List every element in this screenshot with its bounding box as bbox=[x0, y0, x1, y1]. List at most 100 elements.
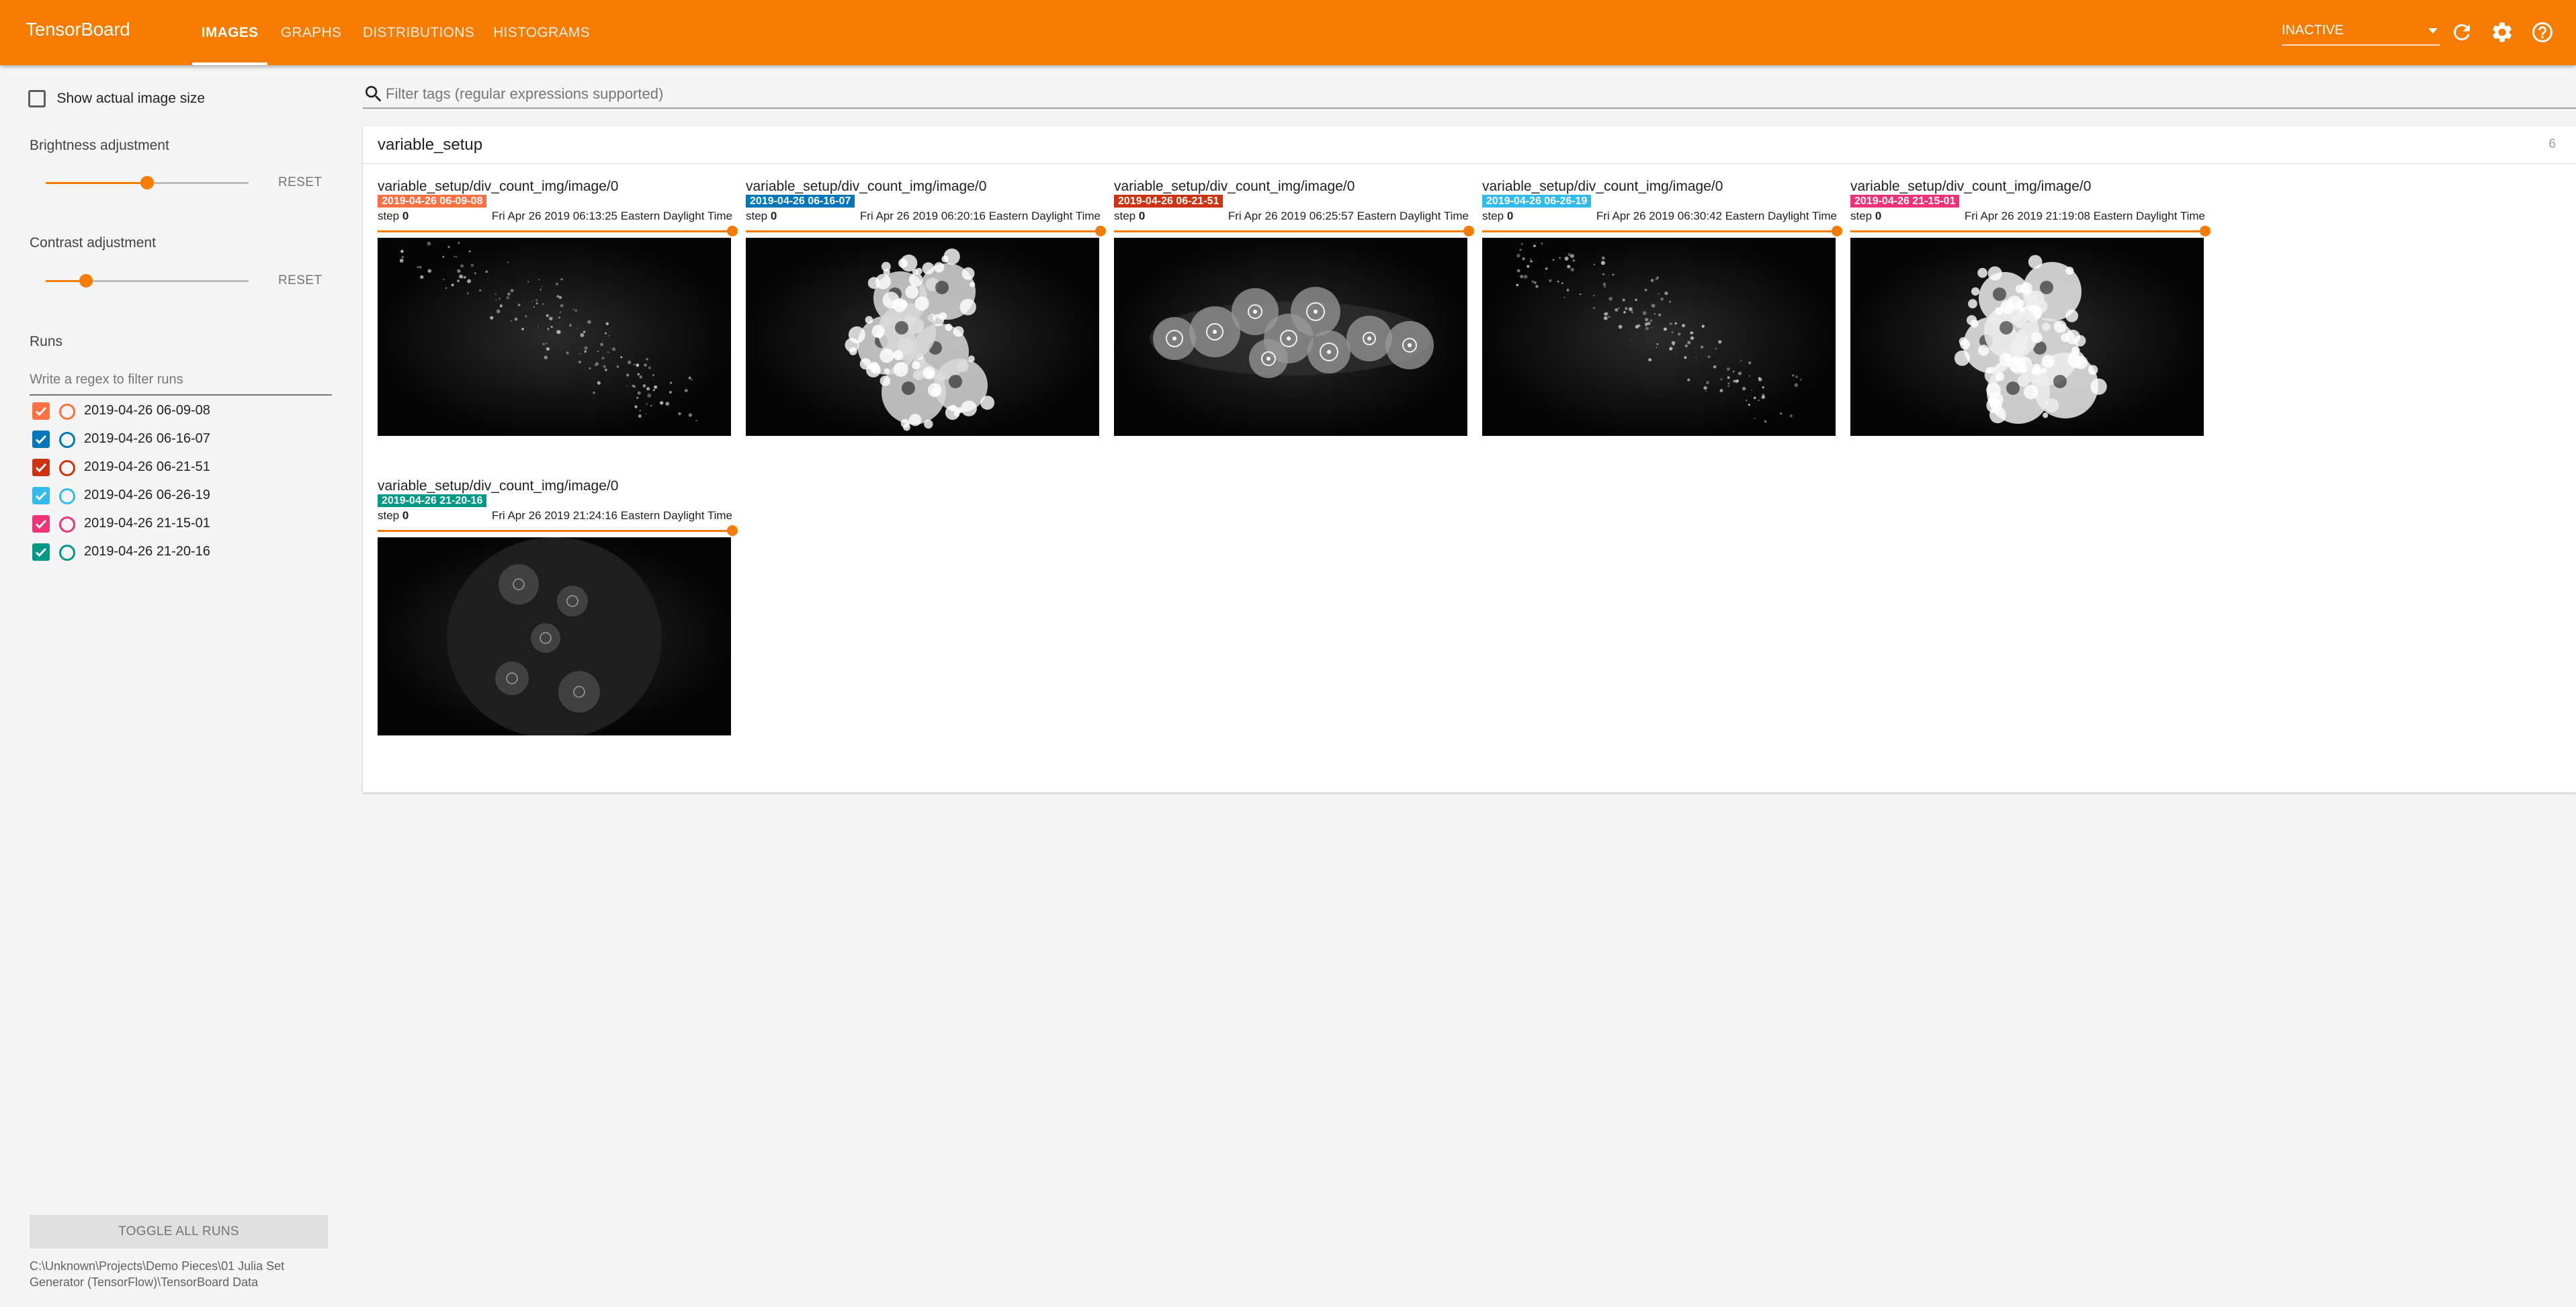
step-slider[interactable] bbox=[1482, 226, 1842, 236]
step-slider-knob[interactable] bbox=[2200, 226, 2210, 236]
settings-icon[interactable] bbox=[2490, 20, 2514, 44]
run-badge: 2019-04-26 21-15-01 bbox=[1850, 195, 1960, 208]
show-actual-size-label: Show actual image size bbox=[56, 91, 206, 106]
run-badge: 2019-04-26 06-16-07 bbox=[746, 195, 855, 208]
category-title: variable_setup bbox=[378, 136, 483, 154]
step-slider[interactable] bbox=[378, 226, 738, 236]
show-actual-size-checkbox[interactable]: Show actual image size bbox=[28, 90, 205, 107]
step-value: 0 bbox=[402, 509, 409, 522]
step-slider[interactable] bbox=[378, 525, 738, 536]
step-slider[interactable] bbox=[1114, 226, 1474, 236]
run-checkbox[interactable] bbox=[32, 543, 50, 561]
toggle-all-runs-button[interactable]: TOGGLE ALL RUNS bbox=[30, 1215, 328, 1249]
checkbox-box[interactable] bbox=[28, 90, 46, 107]
tab-distributions[interactable]: DISTRIBUTIONS bbox=[355, 0, 482, 65]
slider-fill bbox=[46, 182, 147, 184]
step-label: step bbox=[378, 210, 400, 222]
julia-set-image[interactable] bbox=[378, 537, 731, 735]
step-readout: step 0 bbox=[1850, 210, 1881, 223]
run-color-radio[interactable] bbox=[59, 516, 75, 533]
help-icon[interactable] bbox=[2530, 20, 2554, 44]
step-slider-knob[interactable] bbox=[727, 525, 738, 536]
image-tag-name: variable_setup/div_count_img/image/0 bbox=[746, 179, 987, 194]
julia-set-image[interactable] bbox=[1850, 238, 2204, 436]
run-checkbox[interactable] bbox=[32, 487, 50, 504]
image-tag-name: variable_setup/div_count_img/image/0 bbox=[1482, 179, 1723, 194]
run-color-radio[interactable] bbox=[59, 432, 75, 448]
step-label: step bbox=[746, 210, 768, 222]
image-card: variable_setup/div_count_img/image/0 2019… bbox=[376, 478, 738, 767]
run-checkbox[interactable] bbox=[32, 402, 50, 420]
run-color-radio[interactable] bbox=[59, 545, 75, 561]
tag-filter-input[interactable]: Filter tags (regular expressions support… bbox=[363, 79, 2576, 109]
step-slider[interactable] bbox=[746, 226, 1106, 236]
run-color-radio[interactable] bbox=[59, 404, 75, 420]
chevron-down-icon bbox=[2428, 28, 2438, 34]
julia-set-image[interactable] bbox=[378, 238, 731, 436]
inactive-dashboards-dropdown[interactable]: INACTIVE bbox=[2282, 20, 2440, 46]
run-name: 2019-04-26 21-20-16 bbox=[84, 544, 210, 559]
julia-set-image[interactable] bbox=[1114, 238, 1467, 436]
search-icon bbox=[363, 83, 384, 105]
run-badge: 2019-04-26 06-21-51 bbox=[1114, 195, 1223, 208]
image-tag-name: variable_setup/div_count_img/image/0 bbox=[1114, 179, 1355, 194]
tab-histograms[interactable]: HISTOGRAMS bbox=[489, 0, 594, 65]
refresh-icon[interactable] bbox=[2450, 20, 2474, 44]
run-checkbox[interactable] bbox=[32, 515, 50, 533]
wall-time: Fri Apr 26 2019 06:30:42 Eastern Dayligh… bbox=[1596, 210, 1837, 222]
logdir-path: C:\Unknown\Projects\Demo Pieces\01 Julia… bbox=[30, 1259, 285, 1289]
run-color-radio[interactable] bbox=[59, 460, 75, 476]
brightness-reset-button[interactable]: RESET bbox=[278, 175, 322, 190]
run-name: 2019-04-26 06-21-51 bbox=[84, 459, 210, 474]
step-slider-track bbox=[1850, 230, 2205, 232]
tab-images[interactable]: IMAGES bbox=[192, 0, 267, 65]
runs-label: Runs bbox=[30, 334, 63, 349]
wall-time: Fri Apr 26 2019 21:19:08 Eastern Dayligh… bbox=[1964, 210, 2205, 222]
image-card: variable_setup/div_count_img/image/0 2019… bbox=[376, 179, 738, 467]
image-card: variable_setup/div_count_img/image/0 2019… bbox=[1113, 179, 1474, 467]
step-value: 0 bbox=[1875, 210, 1882, 222]
contrast-reset-button[interactable]: RESET bbox=[278, 273, 322, 288]
sidebar: Show actual image size Brightness adjust… bbox=[0, 65, 356, 1307]
step-slider-knob[interactable] bbox=[1095, 226, 1106, 236]
step-label: step bbox=[378, 509, 400, 522]
julia-set-image[interactable] bbox=[746, 238, 1099, 436]
run-checkbox[interactable] bbox=[32, 459, 50, 476]
julia-set-image[interactable] bbox=[1482, 238, 1836, 436]
step-value: 0 bbox=[1138, 210, 1146, 222]
step-label: step bbox=[1850, 210, 1873, 222]
image-tag-name: variable_setup/div_count_img/image/0 bbox=[1850, 179, 2092, 194]
run-filter-input[interactable]: Write a regex to filter runs bbox=[30, 366, 332, 396]
image-tag-name: variable_setup/div_count_img/image/0 bbox=[378, 478, 619, 494]
brightness-label: Brightness adjustment bbox=[30, 138, 169, 153]
step-label: step bbox=[1482, 210, 1504, 222]
step-slider[interactable] bbox=[1850, 226, 2210, 236]
run-badge: 2019-04-26 06-09-08 bbox=[378, 195, 487, 208]
run-checkbox[interactable] bbox=[32, 431, 50, 448]
step-slider-track bbox=[1114, 230, 1469, 232]
run-name: 2019-04-26 06-26-19 bbox=[84, 488, 210, 502]
step-label: step bbox=[1114, 210, 1136, 222]
step-slider-knob[interactable] bbox=[1832, 226, 1842, 236]
image-card: variable_setup/div_count_img/image/0 2019… bbox=[1849, 179, 2210, 467]
wall-time: Fri Apr 26 2019 21:24:16 Eastern Dayligh… bbox=[491, 509, 732, 522]
brightness-slider[interactable] bbox=[46, 173, 249, 193]
top-app-bar: TensorBoard IMAGES GRAPHS DISTRIBUTIONS … bbox=[0, 0, 2576, 65]
slider-knob[interactable] bbox=[140, 176, 154, 189]
category-header[interactable]: variable_setup 6 bbox=[363, 126, 2576, 164]
wall-time: Fri Apr 26 2019 06:13:25 Eastern Dayligh… bbox=[491, 210, 732, 222]
tab-graphs[interactable]: GRAPHS bbox=[275, 0, 347, 65]
slider-knob[interactable] bbox=[79, 274, 93, 287]
category-count: 6 bbox=[2548, 137, 2556, 151]
contrast-label: Contrast adjustment bbox=[30, 235, 156, 251]
step-readout: step 0 bbox=[746, 210, 777, 223]
run-name: 2019-04-26 06-16-07 bbox=[84, 431, 210, 446]
image-card: variable_setup/div_count_img/image/0 2019… bbox=[1481, 179, 1842, 467]
contrast-slider[interactable] bbox=[46, 271, 249, 291]
step-slider-knob[interactable] bbox=[727, 226, 738, 236]
step-readout: step 0 bbox=[378, 509, 409, 523]
tag-filter-placeholder: Filter tags (regular expressions support… bbox=[386, 85, 664, 102]
run-color-radio[interactable] bbox=[59, 488, 75, 504]
run-name: 2019-04-26 21-15-01 bbox=[84, 516, 210, 531]
step-slider-knob[interactable] bbox=[1463, 226, 1474, 236]
